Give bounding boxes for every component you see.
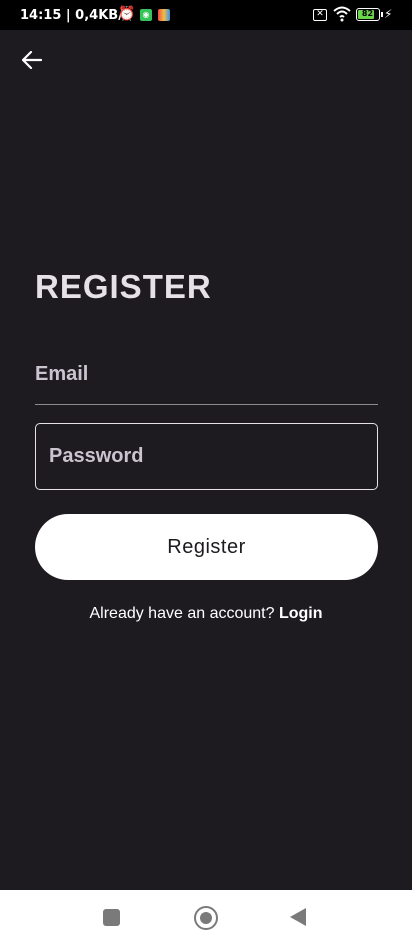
app-notification-icon: [158, 9, 170, 21]
charging-icon: ⚡: [384, 7, 393, 21]
wifi-icon: [333, 6, 351, 26]
password-input[interactable]: [49, 424, 364, 489]
recent-apps-button[interactable]: [103, 909, 120, 926]
register-button[interactable]: Register: [35, 514, 378, 580]
arrow-left-icon: [22, 51, 42, 69]
status-bar: 14:15 | 0,4KB/s ⏰ ◉ ✕ 82 ⚡: [0, 0, 412, 30]
system-back-button[interactable]: [290, 908, 306, 926]
email-input[interactable]: [35, 345, 378, 404]
login-prompt-row: Already have an account? Login: [0, 605, 412, 623]
sim-off-icon: ✕: [313, 9, 327, 21]
battery-icon: 82: [356, 8, 383, 21]
login-prompt-text: Already have an account?: [89, 605, 279, 622]
battery-level: 82: [361, 9, 374, 18]
app-notification-icon: ◉: [140, 9, 152, 21]
system-nav-bar: [0, 890, 412, 945]
alarm-icon: ⏰: [118, 6, 136, 22]
password-field[interactable]: [35, 423, 378, 490]
page-title: REGISTER: [35, 268, 212, 305]
back-button[interactable]: [14, 44, 50, 76]
register-screen: 14:15 | 0,4KB/s ⏰ ◉ ✕ 82 ⚡ REGISTER Emai…: [0, 0, 412, 945]
login-link[interactable]: Login: [279, 605, 323, 622]
status-time: 14:15 | 0,4KB/s: [20, 8, 131, 23]
home-button[interactable]: [194, 906, 218, 930]
email-field[interactable]: [35, 345, 378, 405]
